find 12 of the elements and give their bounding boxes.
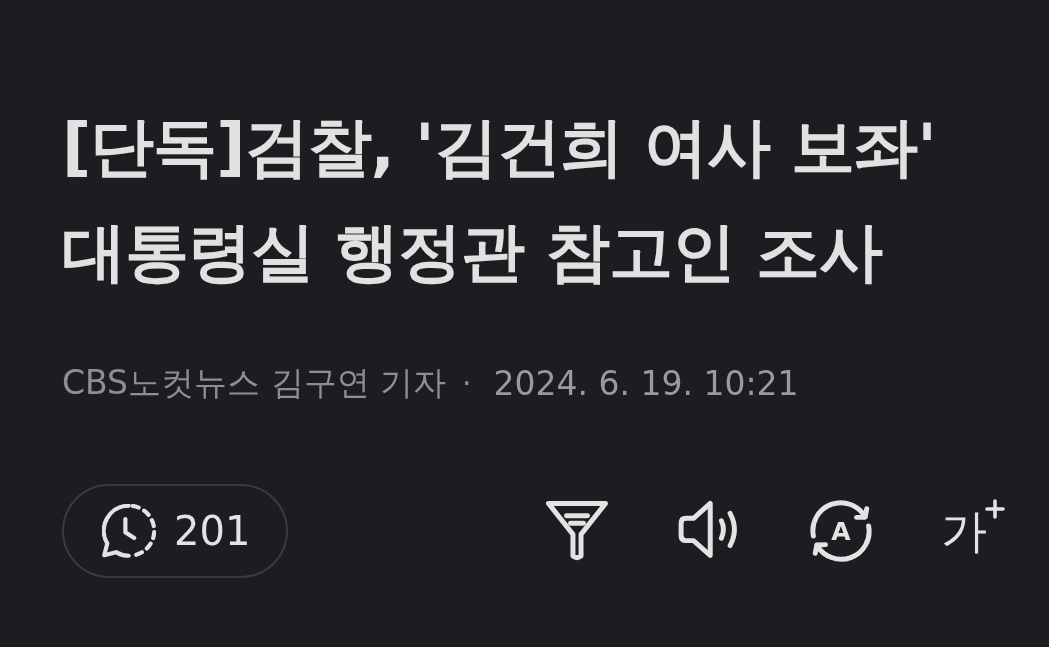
- circular-arrows-icon: [810, 500, 872, 562]
- summary-button[interactable]: [545, 499, 609, 563]
- article-byline: CBS노컷뉴스 김구연 기자: [62, 362, 447, 404]
- funnel-icon: [546, 500, 608, 562]
- plus-icon: [985, 499, 1005, 519]
- publish-date: 2024. 6. 19. 10:21: [493, 364, 799, 403]
- translate-button[interactable]: A: [809, 499, 873, 563]
- font-size-button[interactable]: 가: [941, 499, 1005, 563]
- speech-bubble-clock-icon: [102, 504, 156, 558]
- article-headline: [단독]검찰, '김건희 여사 보좌' 대통령실 행정관 참고인 조사: [62, 109, 937, 291]
- separator-dot: ·: [462, 366, 472, 401]
- comments-button[interactable]: 201: [62, 484, 289, 578]
